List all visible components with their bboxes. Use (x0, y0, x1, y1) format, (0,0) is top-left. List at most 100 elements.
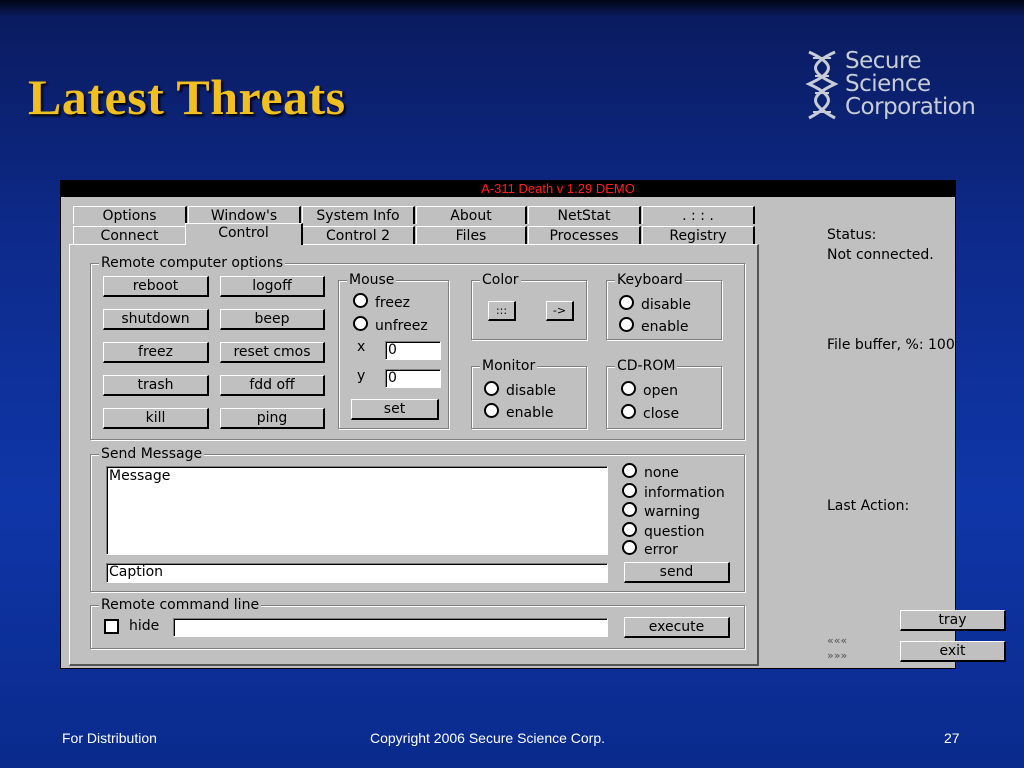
radio-label: unfreez (375, 318, 428, 334)
radio-label: error (644, 542, 678, 558)
kill-button[interactable]: kill (103, 408, 209, 429)
reset-cmos-button[interactable]: reset cmos (220, 342, 325, 363)
freez-button[interactable]: freez (103, 342, 209, 363)
cdrom-open-radio[interactable]: open (621, 381, 678, 399)
status-value: Not connected. (827, 247, 934, 263)
set-button[interactable]: set (351, 399, 439, 420)
y-coordinate-input[interactable]: 0 (385, 369, 441, 388)
logo-text-line: Secure (845, 48, 922, 74)
tab-control[interactable]: Control (185, 223, 303, 245)
radio-dot (622, 540, 637, 555)
monitor-group: Monitor disable enable (471, 358, 587, 429)
send-button[interactable]: send (624, 562, 730, 583)
x-coordinate-input[interactable]: 0 (385, 341, 441, 360)
caption-input[interactable]: Caption (106, 563, 608, 583)
remote-options-group: Remote computer options reboot logoff sh… (90, 255, 745, 440)
tab-registry[interactable]: Registry (642, 226, 755, 244)
color-apply-button[interactable]: -> (546, 301, 574, 321)
file-buffer-readout: File buffer, %: 100 (827, 337, 955, 353)
tab-extra[interactable]: . : : . (642, 206, 755, 224)
send-message-group: Send Message Message Caption none inform… (90, 446, 745, 592)
radio-label: disable (506, 383, 557, 399)
app-window: A-311 Death v 1.29 DEMO Options Window's… (60, 180, 1006, 669)
tab-files[interactable]: Files (416, 226, 527, 244)
group-legend: Mouse (347, 272, 397, 288)
radio-label: question (644, 524, 705, 540)
group-legend: Remote command line (99, 597, 262, 613)
slide-top-band (0, 0, 1024, 16)
mouse-group: Mouse freez unfreez x 0 y 0 set (338, 272, 449, 429)
command-line-group: Remote command line hide execute (90, 597, 745, 649)
cdrom-close-radio[interactable]: close (621, 404, 679, 422)
reboot-button[interactable]: reboot (103, 276, 209, 297)
radio-dot (622, 483, 637, 498)
status-label: Status: (827, 227, 877, 243)
control-tab-panel: Remote computer options reboot logoff sh… (69, 244, 759, 666)
keyboard-group: Keyboard disable enable (606, 272, 722, 340)
radio-dot (484, 403, 499, 418)
ping-button[interactable]: ping (220, 408, 325, 429)
monitor-enable-radio[interactable]: enable (484, 403, 553, 421)
fdd-off-button[interactable]: fdd off (220, 375, 325, 396)
x-label: x (357, 339, 366, 355)
radio-dot (484, 381, 499, 396)
color-group: Color ::: -> (471, 272, 587, 340)
dna-helix-icon (805, 50, 839, 120)
msg-type-error-radio[interactable]: error (622, 540, 678, 558)
tab-connect[interactable]: Connect (73, 226, 187, 244)
y-label: y (357, 368, 366, 384)
radio-label: disable (641, 297, 692, 313)
tab-windows[interactable]: Window's (188, 206, 301, 224)
radio-label: close (643, 406, 680, 422)
radio-label: enable (506, 405, 554, 421)
msg-type-information-radio[interactable]: information (622, 483, 725, 501)
beep-button[interactable]: beep (220, 309, 325, 330)
expand-arrows[interactable]: »»» (827, 648, 847, 664)
logo-text-line: Corporation (845, 94, 976, 120)
radio-dot (622, 463, 637, 478)
exit-button[interactable]: exit (900, 641, 1006, 662)
radio-dot (353, 293, 368, 308)
keyboard-enable-radio[interactable]: enable (619, 317, 688, 335)
command-input[interactable] (173, 618, 608, 637)
keyboard-disable-radio[interactable]: disable (619, 295, 691, 313)
message-textarea[interactable]: Message (106, 466, 608, 555)
mouse-freez-radio[interactable]: freez (353, 293, 410, 311)
radio-dot (619, 317, 634, 332)
msg-type-question-radio[interactable]: question (622, 522, 704, 540)
radio-label: enable (641, 319, 689, 335)
execute-button[interactable]: execute (624, 617, 730, 638)
color-picker-button[interactable]: ::: (488, 301, 516, 321)
footer-page-number: 27 (944, 730, 960, 746)
hide-checkbox[interactable] (104, 619, 119, 634)
radio-label: information (644, 485, 725, 501)
tab-processes[interactable]: Processes (528, 226, 641, 244)
trash-button[interactable]: trash (103, 375, 209, 396)
footer-distribution: For Distribution (62, 730, 157, 746)
logoff-button[interactable]: logoff (220, 276, 325, 297)
group-legend: Color (480, 272, 521, 288)
radio-label: none (644, 465, 679, 481)
radio-dot (622, 502, 637, 517)
hide-label: hide (129, 618, 160, 634)
group-legend: CD-ROM (615, 358, 678, 374)
radio-dot (619, 295, 634, 310)
radio-dot (621, 404, 636, 419)
tab-system-info[interactable]: System Info (302, 206, 415, 224)
tab-netstat[interactable]: NetStat (528, 206, 641, 224)
logo-text-line: Science (845, 71, 931, 97)
footer-copyright: Copyright 2006 Secure Science Corp. (370, 730, 606, 746)
msg-type-warning-radio[interactable]: warning (622, 502, 700, 520)
tray-button[interactable]: tray (900, 610, 1006, 631)
radio-dot (353, 316, 368, 331)
tab-about[interactable]: About (416, 206, 527, 224)
msg-type-none-radio[interactable]: none (622, 463, 679, 481)
monitor-disable-radio[interactable]: disable (484, 381, 556, 399)
mouse-unfreez-radio[interactable]: unfreez (353, 316, 428, 334)
tab-control-2[interactable]: Control 2 (302, 226, 415, 244)
collapse-arrows[interactable]: ««« (827, 633, 847, 649)
tab-options[interactable]: Options (73, 206, 187, 224)
status-side-panel: Status: Not connected. File buffer, %: 1… (821, 181, 1006, 666)
shutdown-button[interactable]: shutdown (103, 309, 209, 330)
radio-label: freez (375, 295, 410, 311)
